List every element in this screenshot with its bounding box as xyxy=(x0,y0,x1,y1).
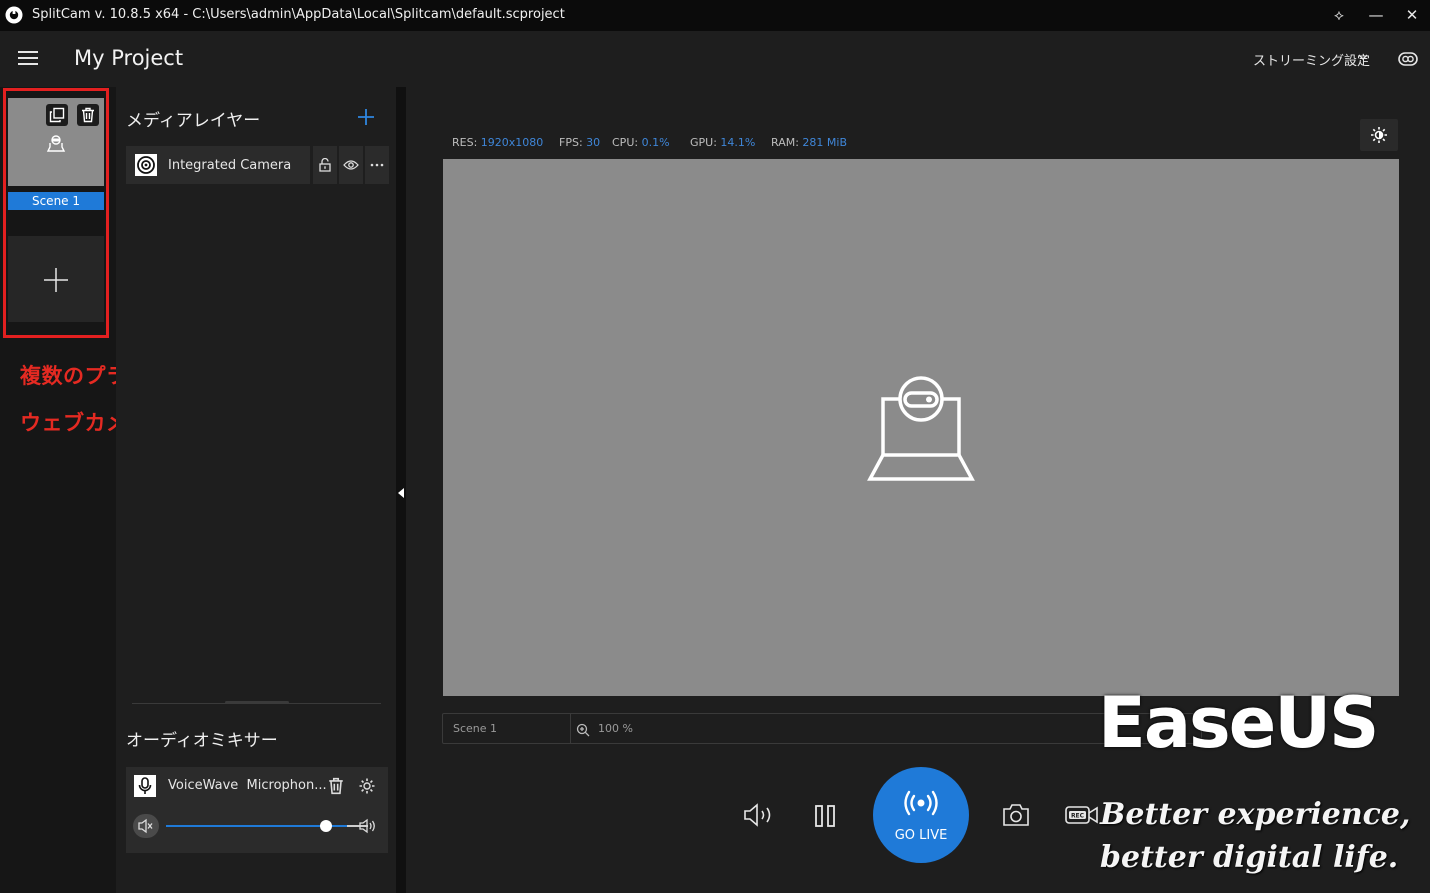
splitcam-logo-icon xyxy=(5,6,23,24)
stat-ram-label: RAM: xyxy=(771,136,799,149)
easeus-watermark-logo: EaseUS xyxy=(1098,682,1379,764)
resize-handle[interactable] xyxy=(225,701,289,704)
brightness-button[interactable] xyxy=(1360,119,1398,151)
volume-icon[interactable] xyxy=(743,803,777,827)
divider xyxy=(570,714,571,743)
account-icon[interactable] xyxy=(1398,51,1418,67)
stat-fps-label: FPS: xyxy=(559,136,583,149)
annotation-highlight-box xyxy=(3,88,109,338)
layer-more-button[interactable] xyxy=(365,146,389,184)
brightness-icon xyxy=(1371,127,1387,143)
layer-item[interactable]: Integrated Camera xyxy=(126,146,310,184)
current-scene-name: Scene 1 xyxy=(453,722,498,735)
stat-fps-value: 30 xyxy=(586,136,601,149)
stat-cpu-label: CPU: xyxy=(612,136,639,149)
stat-ram: RAM: 281 MiB xyxy=(771,136,847,149)
app-header: My Project ストリーミング設定 xyxy=(0,31,1430,87)
stat-cpu: CPU: 0.1% xyxy=(612,136,670,149)
visibility-layer-button[interactable] xyxy=(339,146,363,184)
project-title: My Project xyxy=(74,46,184,70)
stat-res: RES: 1920x1080 xyxy=(452,136,543,149)
zoom-level: 100 % xyxy=(598,722,633,735)
speaker-muted-icon xyxy=(138,818,153,834)
audio-device-name: VoiceWave Microphon... xyxy=(168,778,327,793)
menu-icon[interactable] xyxy=(18,51,38,65)
lock-icon xyxy=(319,158,331,172)
add-layer-icon[interactable] xyxy=(357,108,375,126)
pause-icon[interactable] xyxy=(814,805,836,827)
go-live-label: GO LIVE xyxy=(894,828,948,843)
stat-res-label: RES: xyxy=(452,136,478,149)
streaming-settings-dropdown[interactable]: ストリーミング設定 xyxy=(1253,50,1370,69)
minimize-button[interactable]: — xyxy=(1359,3,1393,27)
broadcast-icon xyxy=(904,790,938,816)
go-live-button[interactable]: GO LIVE xyxy=(873,767,969,863)
gear-icon[interactable] xyxy=(358,777,376,795)
volume-slider-handle[interactable] xyxy=(320,820,332,832)
scene-status-bar: Scene 1 100 % xyxy=(442,713,1202,744)
record-icon[interactable]: REC xyxy=(1065,805,1099,825)
panel-divider[interactable] xyxy=(396,87,406,893)
webcam-placeholder-icon xyxy=(867,376,975,481)
mute-toggle[interactable] xyxy=(133,814,159,838)
zoom-icon[interactable] xyxy=(576,723,590,737)
media-layers-title: メディアレイヤー xyxy=(126,111,261,131)
preview-canvas[interactable] xyxy=(443,159,1399,696)
speaker-icon[interactable] xyxy=(358,818,378,834)
collapse-arrow-icon[interactable] xyxy=(398,488,404,498)
snapshot-camera-icon[interactable] xyxy=(1002,803,1030,827)
watermark-slogan-2: better digital life. xyxy=(1100,840,1399,875)
stat-fps: FPS: 30 xyxy=(559,136,600,149)
svg-text:REC: REC xyxy=(1071,813,1085,820)
eye-icon xyxy=(343,160,359,170)
close-button[interactable]: ✕ xyxy=(1395,3,1429,27)
pin-button[interactable]: ⟡ xyxy=(1322,3,1356,27)
microphone-icon xyxy=(134,775,156,797)
stat-res-value: 1920x1080 xyxy=(480,136,544,149)
window-title: SplitCam v. 10.8.5 x64 - C:\Users\admin\… xyxy=(32,7,565,22)
trash-icon[interactable] xyxy=(327,777,345,795)
stat-gpu: GPU: 14.1% xyxy=(690,136,755,149)
more-icon xyxy=(370,163,384,167)
audio-mixer-title: オーディオミキサー xyxy=(126,731,278,751)
stat-gpu-label: GPU: xyxy=(690,136,717,149)
lock-layer-button[interactable] xyxy=(313,146,337,184)
camera-source-icon xyxy=(135,154,157,176)
title-bar: SplitCam v. 10.8.5 x64 - C:\Users\admin\… xyxy=(0,0,1430,31)
stat-cpu-value: 0.1% xyxy=(641,136,670,149)
layer-name: Integrated Camera xyxy=(168,158,292,173)
audio-device-card: VoiceWave Microphon... xyxy=(126,767,388,853)
chevron-down-icon[interactable] xyxy=(1357,51,1369,63)
watermark-slogan-1: Better experience, xyxy=(1100,797,1411,832)
stat-gpu-value: 14.1% xyxy=(720,136,756,149)
stat-ram-value: 281 MiB xyxy=(802,136,848,149)
